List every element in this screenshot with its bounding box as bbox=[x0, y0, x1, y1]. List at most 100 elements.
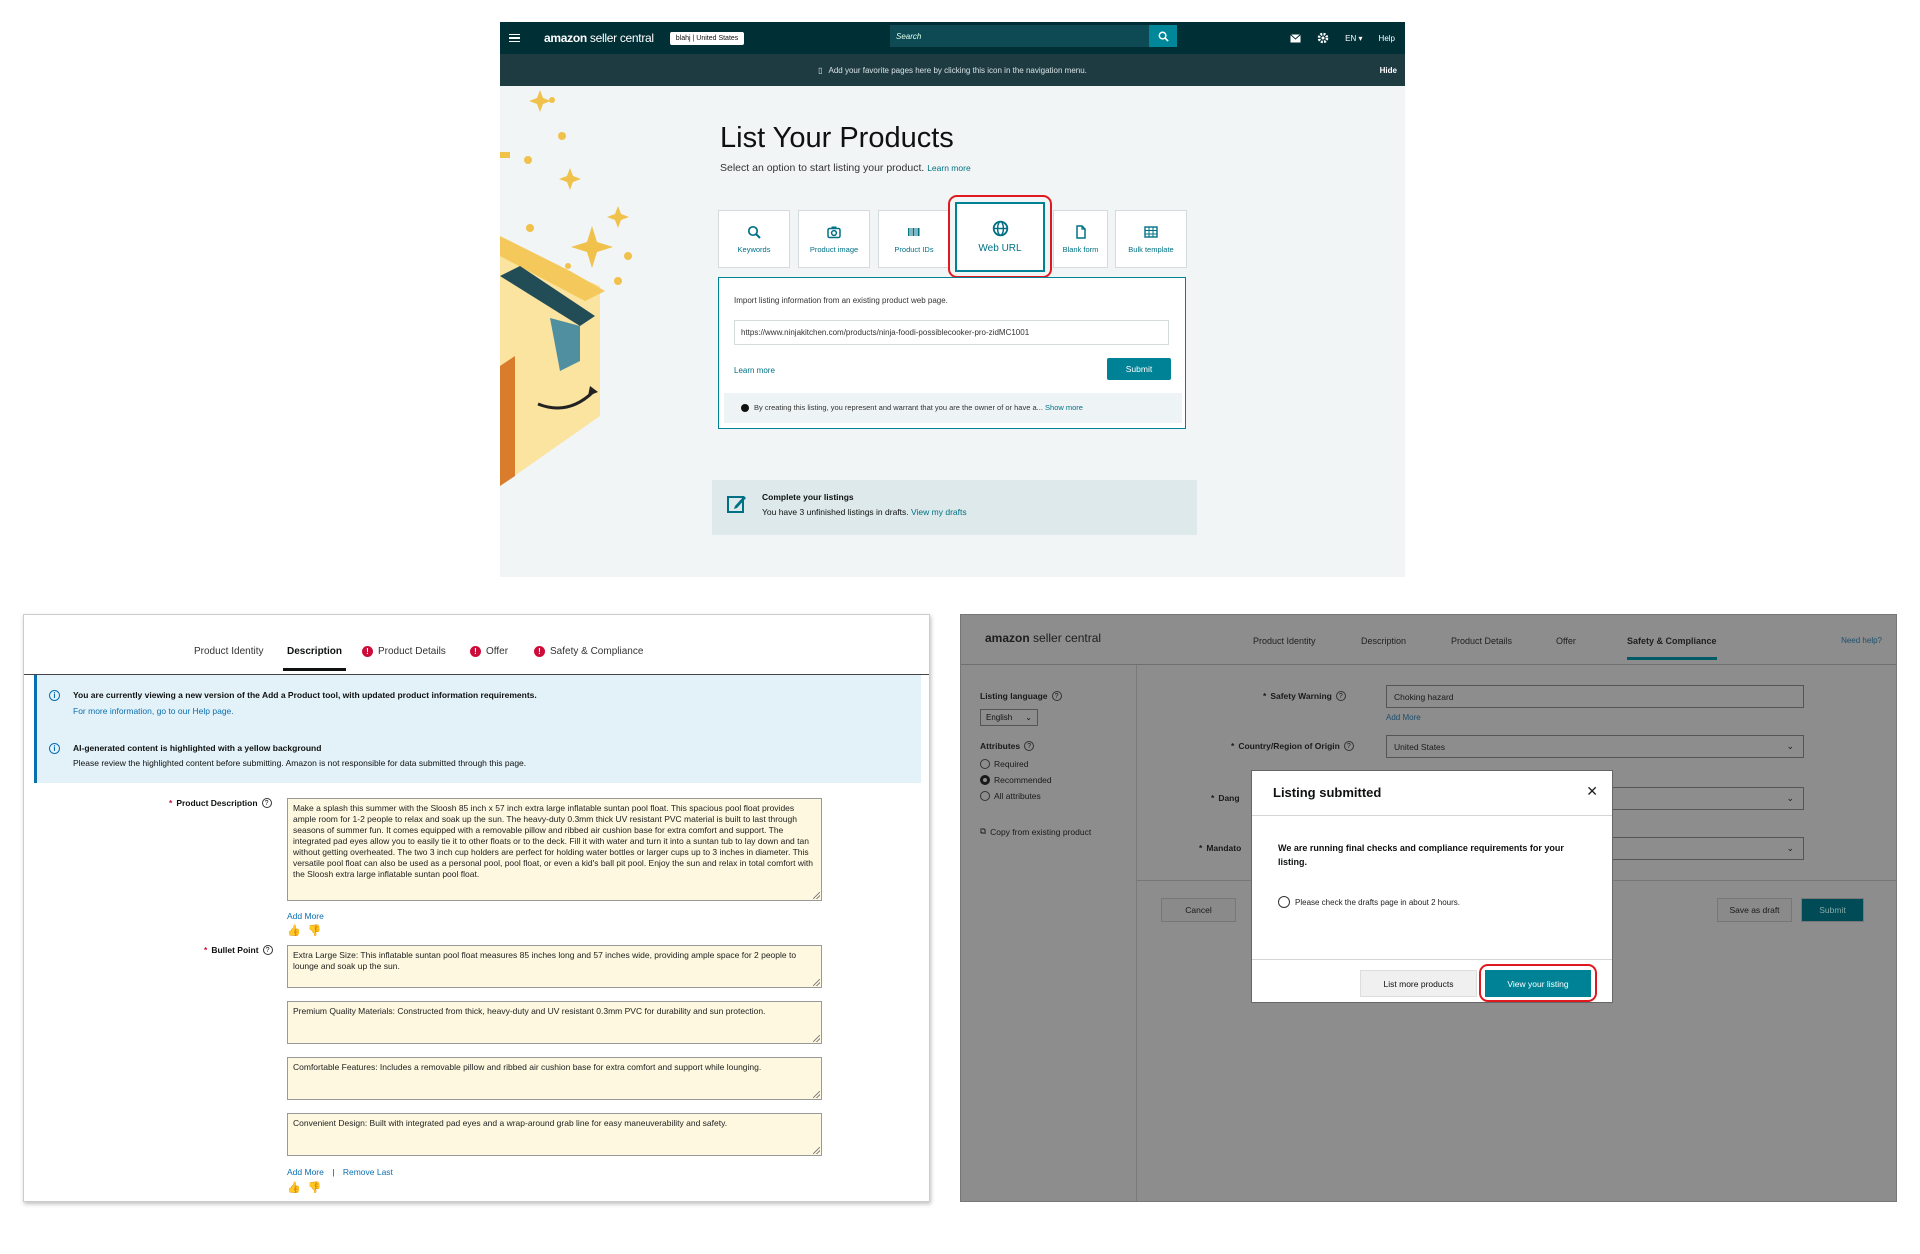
attr-all-radio[interactable]: All attributes bbox=[980, 791, 1041, 801]
tab-description[interactable]: Description bbox=[1361, 636, 1406, 646]
error-icon: ! bbox=[470, 646, 481, 657]
box-illustration bbox=[500, 90, 632, 486]
help-icon[interactable]: ? bbox=[1051, 691, 1062, 701]
tab-offer[interactable]: Offer bbox=[1556, 636, 1576, 646]
separator: | bbox=[332, 1167, 335, 1177]
safety-warning-input[interactable]: Choking hazard bbox=[1386, 685, 1804, 708]
tile-keywords-label: Keywords bbox=[737, 244, 771, 254]
listing-submitted-modal: Listing submitted ✕ We are running final… bbox=[1251, 770, 1613, 1003]
tab-product-details[interactable]: Product Details bbox=[1451, 636, 1512, 646]
seller-central-logo[interactable]: amazon seller central bbox=[985, 631, 1101, 645]
remove-last-link[interactable]: Remove Last bbox=[343, 1167, 393, 1177]
listing-submitted-screen: amazon seller central Product Identity D… bbox=[960, 614, 1897, 1202]
learn-more-link[interactable]: Learn more bbox=[927, 163, 970, 173]
mandatory-field-label: * Mandato bbox=[1199, 843, 1242, 853]
save-draft-button[interactable]: Save as draft bbox=[1717, 898, 1792, 922]
tab-safety-compliance[interactable]: Safety & Compliance bbox=[1627, 636, 1717, 660]
edit-icon bbox=[727, 496, 746, 513]
thumbs-down-icon[interactable]: 👎 bbox=[308, 1181, 322, 1194]
tile-bulk-template[interactable]: Bulk template bbox=[1115, 210, 1187, 268]
import-learn-more-link[interactable]: Learn more bbox=[734, 366, 775, 375]
url-input[interactable]: https://www.ninjakitchen.com/products/ni… bbox=[734, 320, 1169, 345]
gear-icon[interactable] bbox=[1317, 32, 1329, 44]
divider bbox=[1252, 815, 1612, 816]
product-description-textarea[interactable]: Make a splash this summer with the Sloos… bbox=[287, 798, 822, 901]
bullet-actions: Add More | Remove Last bbox=[287, 1167, 393, 1177]
search-button[interactable] bbox=[1149, 25, 1177, 47]
tile-product-ids[interactable]: Product IDs bbox=[878, 210, 950, 268]
url-submit-button[interactable]: Submit bbox=[1107, 358, 1171, 380]
view-drafts-link[interactable]: View my drafts bbox=[911, 507, 967, 517]
bullet-point-textarea-3[interactable]: Comfortable Features: Includes a removab… bbox=[287, 1057, 822, 1100]
bullet-point-textarea-1[interactable]: Extra Large Size: This inflatable suntan… bbox=[287, 945, 822, 988]
complete-listings-banner: Complete your listings You have 3 unfini… bbox=[712, 480, 1197, 535]
thumbs-up-icon[interactable]: 👍 bbox=[287, 924, 301, 937]
help-icon[interactable]: ? bbox=[1335, 691, 1346, 701]
tile-bulk-template-label: Bulk template bbox=[1128, 244, 1174, 254]
show-more-link[interactable]: Show more bbox=[1045, 403, 1083, 412]
header: amazon seller central Product Identity D… bbox=[961, 615, 1896, 665]
thumbs-up-icon[interactable]: 👍 bbox=[287, 1181, 301, 1194]
chevron-down-icon: ⌄ bbox=[1786, 843, 1794, 853]
form-tabs: Product Identity Description ! Product De… bbox=[24, 615, 929, 675]
ai-content-disclaimer: Please review the highlighted content be… bbox=[73, 758, 527, 768]
import-label: Import listing information from an exist… bbox=[734, 296, 948, 305]
tab-description[interactable]: Description bbox=[282, 646, 347, 671]
tile-product-image[interactable]: Product image bbox=[798, 210, 870, 268]
page-subtitle: Select an option to start listing your p… bbox=[720, 162, 971, 174]
help-icon[interactable]: ? bbox=[262, 945, 273, 955]
add-more-bullet-link[interactable]: Add More bbox=[287, 1167, 324, 1177]
hamburger-menu-icon[interactable] bbox=[500, 22, 528, 54]
modal-note: Please check the drafts page in about 2 … bbox=[1278, 896, 1460, 908]
need-help-link[interactable]: Need help? bbox=[1841, 636, 1882, 645]
help-page-link[interactable]: For more information, go to our Help pag… bbox=[73, 706, 234, 716]
hide-favorites-button[interactable]: Hide bbox=[1380, 66, 1397, 75]
add-more-description-link[interactable]: Add More bbox=[287, 911, 324, 921]
tab-offer[interactable]: ! Offer bbox=[470, 646, 508, 657]
magnifier-icon bbox=[747, 225, 761, 239]
attr-recommended-radio[interactable]: Recommended bbox=[980, 775, 1052, 785]
bullet-point-textarea-2[interactable]: Premium Quality Materials: Constructed f… bbox=[287, 1001, 822, 1044]
country-origin-select[interactable]: United States ⌄ bbox=[1386, 735, 1804, 758]
search-input[interactable]: Search bbox=[890, 25, 1149, 47]
add-more-link[interactable]: Add More bbox=[1386, 713, 1421, 722]
info-icon: i bbox=[49, 690, 60, 701]
chevron-down-icon: ⌄ bbox=[1025, 713, 1032, 722]
submit-button[interactable]: Submit bbox=[1801, 898, 1864, 922]
chevron-down-icon: ⌄ bbox=[1786, 741, 1794, 751]
help-link[interactable]: Help bbox=[1379, 34, 1395, 43]
tab-product-identity[interactable]: Product Identity bbox=[1253, 636, 1316, 646]
web-url-import-panel: Import listing information from an exist… bbox=[718, 277, 1186, 429]
tile-product-ids-label: Product IDs bbox=[894, 244, 934, 254]
clock-icon bbox=[1278, 896, 1290, 908]
close-icon[interactable]: ✕ bbox=[1586, 783, 1598, 800]
help-icon[interactable]: ? bbox=[261, 798, 272, 808]
modal-message: We are running final checks and complian… bbox=[1278, 843, 1564, 867]
bullet-point-textarea-4[interactable]: Convenient Design: Built with integrated… bbox=[287, 1113, 822, 1156]
language-selector[interactable]: EN ▾ bbox=[1345, 34, 1362, 43]
mail-icon[interactable] bbox=[1290, 33, 1302, 43]
help-icon[interactable]: ? bbox=[1024, 741, 1035, 751]
copy-existing-product-link[interactable]: ⧉ Copy from existing product bbox=[980, 826, 1091, 837]
listing-language-select[interactable]: English ⌄ bbox=[980, 709, 1038, 726]
thumbs-down-icon[interactable]: 👎 bbox=[308, 924, 322, 937]
tab-safety-compliance[interactable]: ! Safety & Compliance bbox=[534, 646, 643, 657]
marketplace-selector[interactable]: blahj | United States bbox=[669, 31, 745, 45]
seller-central-logo[interactable]: amazon seller central bbox=[544, 31, 654, 45]
cancel-button[interactable]: Cancel bbox=[1161, 898, 1236, 922]
attributes-label: Attributes? bbox=[980, 741, 1035, 751]
feedback-buttons: 👍 👎 bbox=[287, 1181, 321, 1194]
tile-keywords[interactable]: Keywords bbox=[718, 210, 790, 268]
tile-blank-form[interactable]: Blank form bbox=[1053, 210, 1108, 268]
attr-required-radio[interactable]: Required bbox=[980, 759, 1029, 769]
safety-warning-label: * Safety Warning? bbox=[1263, 691, 1346, 701]
help-icon[interactable]: ? bbox=[1343, 741, 1354, 751]
tab-product-identity[interactable]: Product Identity bbox=[194, 646, 263, 657]
list-products-screen: amazon seller central blahj | United Sta… bbox=[500, 22, 1405, 577]
tab-product-details[interactable]: ! Product Details bbox=[362, 646, 446, 657]
list-more-products-button[interactable]: List more products bbox=[1360, 970, 1477, 997]
tile-product-image-label: Product image bbox=[809, 244, 859, 254]
error-icon: ! bbox=[534, 646, 545, 657]
product-description-label: * Product Description? bbox=[169, 798, 272, 808]
highlight-box-web-url bbox=[948, 195, 1052, 278]
